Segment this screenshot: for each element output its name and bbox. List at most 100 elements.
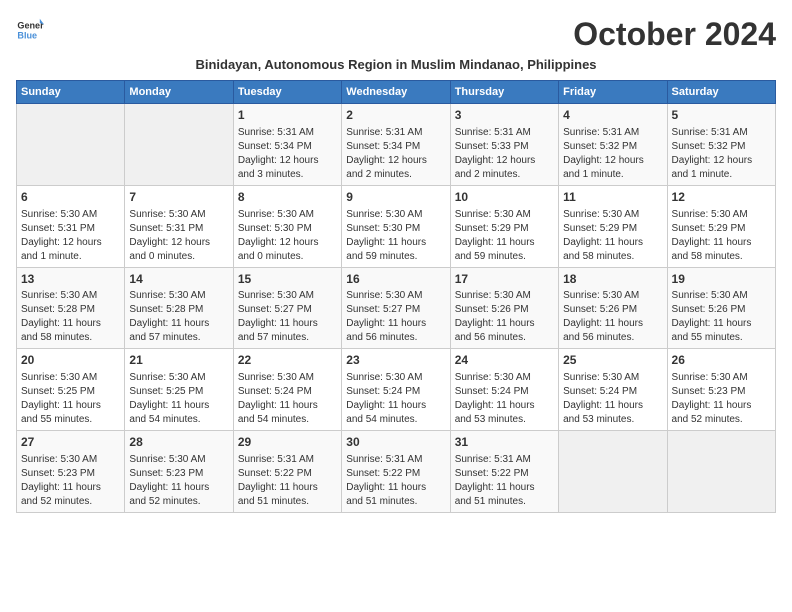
- calendar-cell: 26Sunrise: 5:30 AMSunset: 5:23 PMDayligh…: [667, 349, 775, 431]
- day-info: Sunset: 5:24 PM: [563, 385, 662, 399]
- day-number: 6: [21, 189, 120, 206]
- day-info: and 51 minutes.: [455, 495, 554, 509]
- day-info: Daylight: 11 hours: [672, 399, 771, 413]
- day-info: Sunset: 5:31 PM: [21, 222, 120, 236]
- calendar-cell: 9Sunrise: 5:30 AMSunset: 5:30 PMDaylight…: [342, 185, 450, 267]
- day-number: 5: [672, 107, 771, 124]
- day-info: Daylight: 12 hours: [238, 154, 337, 168]
- calendar-cell: 10Sunrise: 5:30 AMSunset: 5:29 PMDayligh…: [450, 185, 558, 267]
- calendar-cell: 29Sunrise: 5:31 AMSunset: 5:22 PMDayligh…: [233, 431, 341, 513]
- calendar-cell: 13Sunrise: 5:30 AMSunset: 5:28 PMDayligh…: [17, 267, 125, 349]
- day-info: and 52 minutes.: [21, 495, 120, 509]
- calendar-cell: [667, 431, 775, 513]
- day-number: 20: [21, 352, 120, 369]
- day-info: and 52 minutes.: [129, 495, 228, 509]
- calendar-cell: 27Sunrise: 5:30 AMSunset: 5:23 PMDayligh…: [17, 431, 125, 513]
- calendar-cell: [125, 104, 233, 186]
- day-info: and 59 minutes.: [455, 250, 554, 264]
- day-number: 23: [346, 352, 445, 369]
- calendar-cell: 11Sunrise: 5:30 AMSunset: 5:29 PMDayligh…: [559, 185, 667, 267]
- calendar-cell: 14Sunrise: 5:30 AMSunset: 5:28 PMDayligh…: [125, 267, 233, 349]
- day-info: Daylight: 11 hours: [455, 481, 554, 495]
- day-info: Daylight: 12 hours: [21, 236, 120, 250]
- day-info: Sunrise: 5:30 AM: [21, 289, 120, 303]
- day-info: Sunset: 5:34 PM: [238, 140, 337, 154]
- day-info: Sunrise: 5:30 AM: [21, 371, 120, 385]
- day-info: Sunset: 5:29 PM: [455, 222, 554, 236]
- calendar-cell: 16Sunrise: 5:30 AMSunset: 5:27 PMDayligh…: [342, 267, 450, 349]
- calendar-cell: 20Sunrise: 5:30 AMSunset: 5:25 PMDayligh…: [17, 349, 125, 431]
- day-info: Sunset: 5:30 PM: [346, 222, 445, 236]
- day-number: 10: [455, 189, 554, 206]
- day-info: Sunset: 5:24 PM: [346, 385, 445, 399]
- day-number: 19: [672, 271, 771, 288]
- page-header: General Blue October 2024: [16, 16, 776, 53]
- day-info: Daylight: 12 hours: [672, 154, 771, 168]
- calendar-cell: 30Sunrise: 5:31 AMSunset: 5:22 PMDayligh…: [342, 431, 450, 513]
- calendar-cell: 21Sunrise: 5:30 AMSunset: 5:25 PMDayligh…: [125, 349, 233, 431]
- day-info: Sunrise: 5:30 AM: [563, 371, 662, 385]
- day-info: Sunset: 5:22 PM: [455, 467, 554, 481]
- day-info: Daylight: 11 hours: [238, 399, 337, 413]
- day-info: Sunrise: 5:30 AM: [21, 453, 120, 467]
- day-info: and 56 minutes.: [455, 331, 554, 345]
- day-number: 22: [238, 352, 337, 369]
- calendar-cell: [559, 431, 667, 513]
- day-info: Daylight: 12 hours: [129, 236, 228, 250]
- day-info: Sunrise: 5:31 AM: [346, 453, 445, 467]
- day-info: Sunset: 5:24 PM: [238, 385, 337, 399]
- day-info: Sunset: 5:32 PM: [672, 140, 771, 154]
- day-info: Daylight: 11 hours: [238, 481, 337, 495]
- calendar-cell: 24Sunrise: 5:30 AMSunset: 5:24 PMDayligh…: [450, 349, 558, 431]
- calendar-cell: 4Sunrise: 5:31 AMSunset: 5:32 PMDaylight…: [559, 104, 667, 186]
- day-info: Daylight: 11 hours: [21, 481, 120, 495]
- calendar-week-row: 13Sunrise: 5:30 AMSunset: 5:28 PMDayligh…: [17, 267, 776, 349]
- day-number: 24: [455, 352, 554, 369]
- day-info: Sunrise: 5:30 AM: [346, 208, 445, 222]
- day-info: Sunset: 5:27 PM: [346, 303, 445, 317]
- calendar-week-row: 27Sunrise: 5:30 AMSunset: 5:23 PMDayligh…: [17, 431, 776, 513]
- day-number: 30: [346, 434, 445, 451]
- day-info: Sunrise: 5:30 AM: [455, 371, 554, 385]
- day-number: 8: [238, 189, 337, 206]
- day-info: Sunset: 5:23 PM: [672, 385, 771, 399]
- logo: General Blue: [16, 16, 44, 44]
- day-info: Sunset: 5:23 PM: [129, 467, 228, 481]
- day-info: and 54 minutes.: [129, 413, 228, 427]
- day-info: and 51 minutes.: [238, 495, 337, 509]
- day-info: Daylight: 12 hours: [563, 154, 662, 168]
- day-info: and 3 minutes.: [238, 168, 337, 182]
- day-info: Sunrise: 5:30 AM: [129, 453, 228, 467]
- calendar-week-row: 20Sunrise: 5:30 AMSunset: 5:25 PMDayligh…: [17, 349, 776, 431]
- day-info: Sunrise: 5:31 AM: [346, 126, 445, 140]
- day-info: Sunrise: 5:30 AM: [563, 289, 662, 303]
- day-info: and 55 minutes.: [21, 413, 120, 427]
- day-info: Daylight: 11 hours: [346, 236, 445, 250]
- day-info: Daylight: 11 hours: [129, 317, 228, 331]
- calendar-cell: 3Sunrise: 5:31 AMSunset: 5:33 PMDaylight…: [450, 104, 558, 186]
- day-info: Sunrise: 5:31 AM: [672, 126, 771, 140]
- day-info: Daylight: 11 hours: [455, 317, 554, 331]
- day-info: Sunset: 5:24 PM: [455, 385, 554, 399]
- day-info: Daylight: 11 hours: [346, 317, 445, 331]
- day-number: 17: [455, 271, 554, 288]
- day-info: Daylight: 12 hours: [238, 236, 337, 250]
- day-info: and 54 minutes.: [346, 413, 445, 427]
- day-info: and 2 minutes.: [346, 168, 445, 182]
- calendar-cell: 5 Sunrise: 5:31 AMSunset: 5:32 PMDaylight…: [667, 104, 775, 186]
- header-monday: Monday: [125, 81, 233, 104]
- day-info: Sunrise: 5:31 AM: [563, 126, 662, 140]
- calendar-cell: 6Sunrise: 5:30 AMSunset: 5:31 PMDaylight…: [17, 185, 125, 267]
- day-number: 15: [238, 271, 337, 288]
- day-info: and 51 minutes.: [346, 495, 445, 509]
- day-info: Sunset: 5:25 PM: [21, 385, 120, 399]
- calendar-cell: 15Sunrise: 5:30 AMSunset: 5:27 PMDayligh…: [233, 267, 341, 349]
- day-info: and 56 minutes.: [563, 331, 662, 345]
- calendar-cell: 23Sunrise: 5:30 AMSunset: 5:24 PMDayligh…: [342, 349, 450, 431]
- day-info: Sunrise: 5:30 AM: [672, 289, 771, 303]
- day-number: 14: [129, 271, 228, 288]
- day-info: and 2 minutes.: [455, 168, 554, 182]
- header-tuesday: Tuesday: [233, 81, 341, 104]
- day-info: Sunrise: 5:31 AM: [238, 453, 337, 467]
- day-info: and 59 minutes.: [346, 250, 445, 264]
